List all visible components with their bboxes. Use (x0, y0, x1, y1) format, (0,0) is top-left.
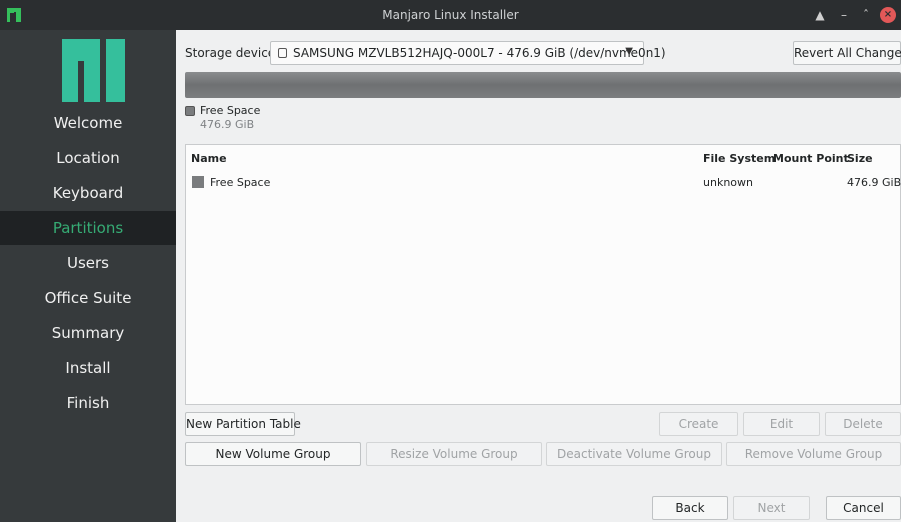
partitions-page: Storage device: SAMSUNG MZVLB512HAJQ-000… (176, 30, 901, 522)
disk-icon (278, 48, 287, 58)
sidebar-item-keyboard: Keyboard (52, 184, 124, 202)
cancel-button[interactable]: Cancel (826, 496, 901, 520)
chevron-down-icon: ▼ (625, 46, 633, 57)
minimize-icon[interactable]: – (836, 7, 852, 23)
free-space-swatch (192, 176, 204, 188)
row-size: 476.9 GiB (847, 176, 901, 189)
column-header-mount-point[interactable]: Mount Point (773, 152, 849, 165)
storage-device-select[interactable]: SAMSUNG MZVLB512HAJQ-000L7 - 476.9 GiB (… (270, 41, 666, 65)
sidebar-item-finish: Finish (66, 394, 110, 412)
sidebar-item-welcome: Welcome (53, 114, 123, 132)
keep-above-icon[interactable]: ▲ (812, 7, 828, 23)
next-button[interactable]: Next (733, 496, 810, 520)
row-file-system: unknown (703, 176, 753, 189)
sidebar-item-users: Users (66, 254, 109, 272)
maximize-icon[interactable]: ˆ (858, 7, 874, 23)
legend-name: Free Space (200, 104, 261, 117)
create-button[interactable]: Create (659, 412, 738, 436)
sidebar-item-summary: Summary (51, 324, 125, 342)
sidebar-item-office-suite: Office Suite (44, 289, 132, 307)
delete-button[interactable]: Delete (825, 412, 901, 436)
edit-button[interactable]: Edit (743, 412, 820, 436)
column-header-name[interactable]: Name (191, 152, 227, 165)
sidebar: Welcome Location Keyboard Partitions Use… (0, 30, 176, 522)
resize-volume-group-button[interactable]: Resize Volume Group (366, 442, 542, 466)
storage-device-label: Storage device: (185, 46, 280, 60)
row-name: Free Space (210, 176, 271, 189)
sidebar-item-install: Install (65, 359, 111, 377)
new-partition-table-button[interactable]: New Partition Table (185, 412, 301, 436)
new-volume-group-button[interactable]: New Volume Group (185, 442, 361, 466)
remove-volume-group-button[interactable]: Remove Volume Group (726, 442, 901, 466)
free-space-swatch (185, 106, 195, 116)
back-button[interactable]: Back (652, 496, 728, 520)
column-header-size[interactable]: Size (847, 152, 873, 165)
storage-device-value: SAMSUNG MZVLB512HAJQ-000L7 - 476.9 GiB (… (293, 46, 666, 60)
manjaro-logo (62, 39, 125, 102)
partition-table: Name File System Mount Point Size Free S… (185, 144, 901, 405)
close-icon[interactable]: × (880, 7, 896, 23)
window-title: Manjaro Linux Installer (382, 8, 519, 22)
installer-window: Manjaro Linux Installer ▲ – ˆ × Welcome … (0, 0, 901, 522)
revert-all-changes-button[interactable]: Revert All Changes (793, 41, 901, 65)
partition-usage-bar (185, 72, 901, 98)
title-bar: Manjaro Linux Installer ▲ – ˆ × (0, 0, 901, 30)
sidebar-item-location: Location (56, 149, 120, 167)
legend-size: 476.9 GiB (200, 118, 255, 131)
sidebar-item-partitions: Partitions (0, 211, 176, 245)
deactivate-volume-group-button[interactable]: Deactivate Volume Group (546, 442, 722, 466)
column-header-file-system[interactable]: File System (703, 152, 775, 165)
